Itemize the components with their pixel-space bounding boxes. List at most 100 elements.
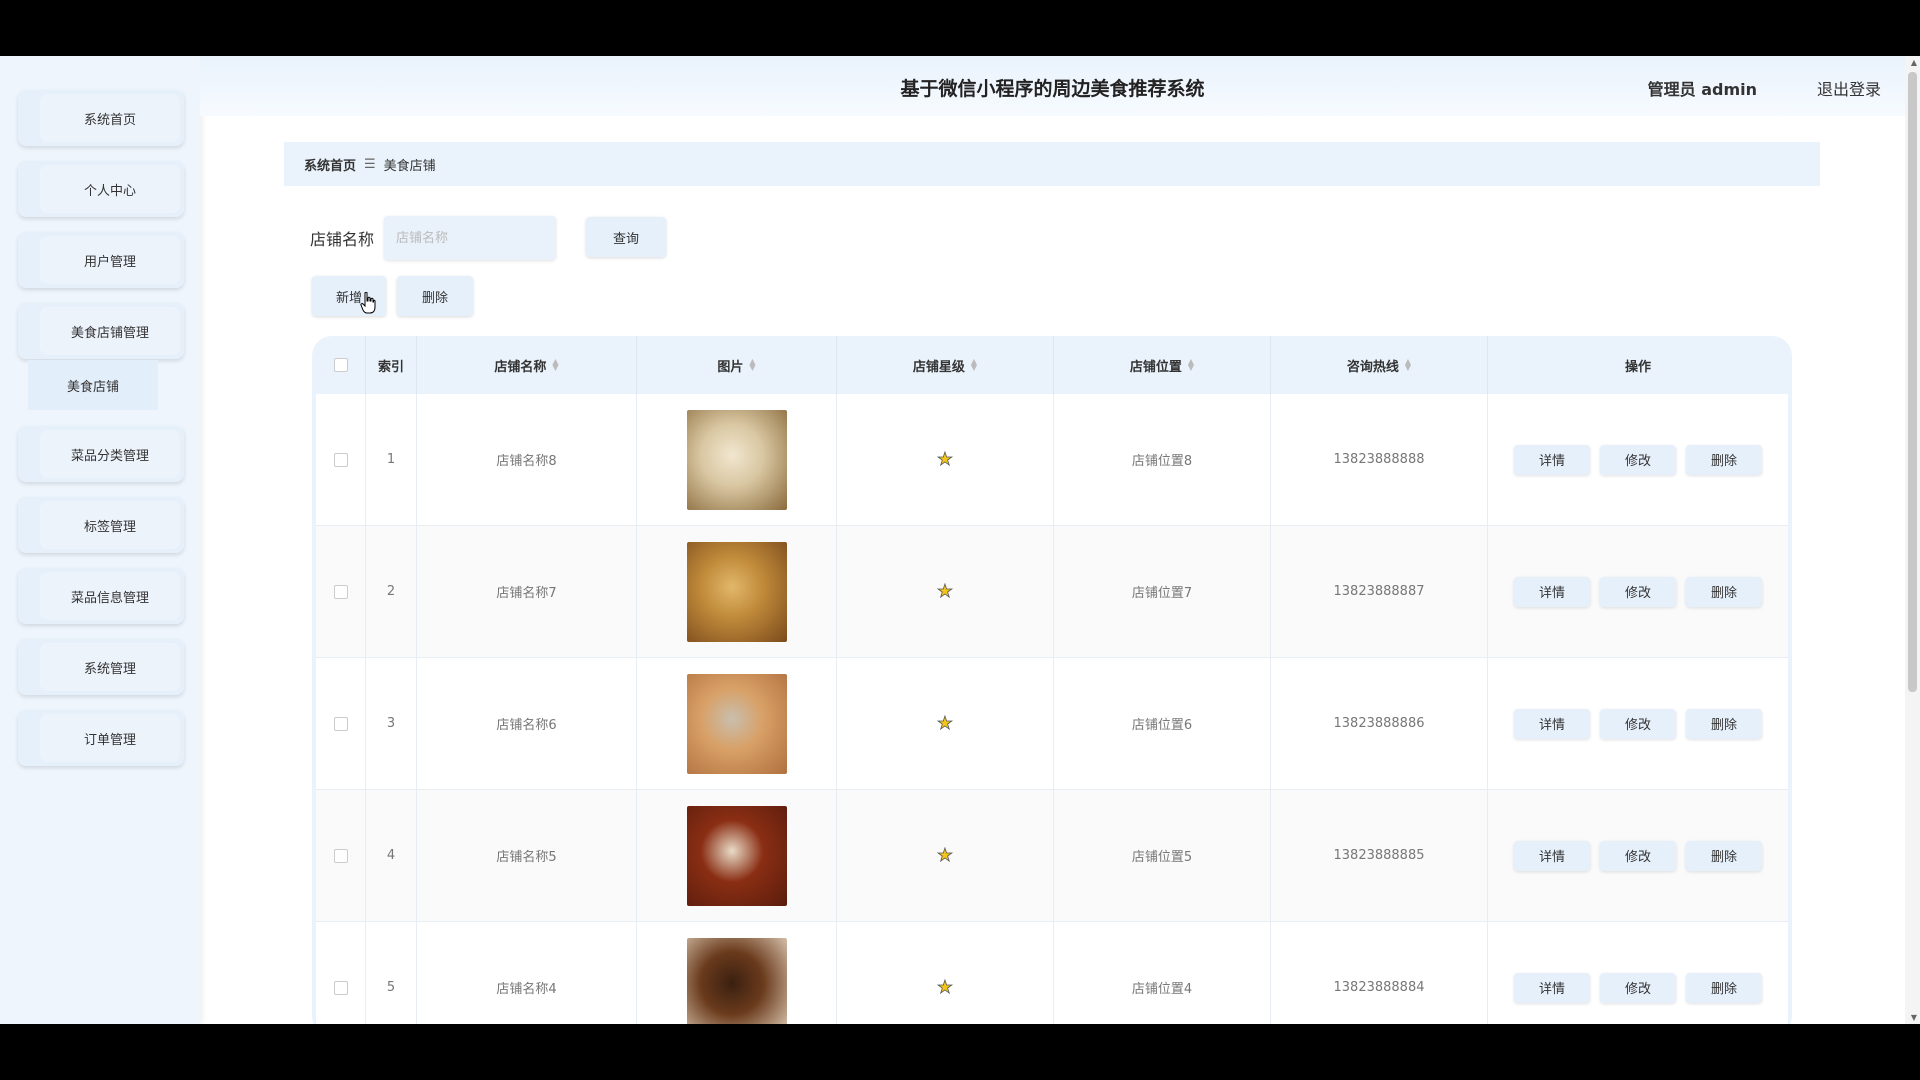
row-checkbox[interactable]: [333, 716, 348, 731]
row-shop-name: 店铺名称8: [417, 394, 637, 525]
top-header: 基于微信小程序的周边美食推荐系统 管理员 admin 退出登录: [200, 56, 1905, 116]
star-icon: ★: [936, 449, 954, 471]
delete-button[interactable]: 删除: [1686, 840, 1762, 871]
row-index: 3: [366, 658, 417, 789]
row-checkbox[interactable]: [333, 848, 348, 863]
column-phone-label: 咨询热线: [1346, 359, 1399, 375]
column-name[interactable]: 店铺名称 ▲ ▼: [417, 336, 637, 394]
sidebar-item-dish-info[interactable]: 菜品信息管理: [18, 568, 184, 624]
sidebar-item-orders[interactable]: 订单管理: [18, 710, 184, 766]
header-select-all: [316, 336, 366, 394]
row-shop-name: 店铺名称4: [417, 922, 637, 1024]
edit-button[interactable]: 修改: [1600, 840, 1676, 871]
column-name-label: 店铺名称: [494, 359, 547, 375]
scroll-up-icon[interactable]: ▲: [1911, 58, 1917, 67]
column-stars[interactable]: 店铺星级 ▲ ▼: [837, 336, 1054, 394]
table-header: 索引 店铺名称 ▲ ▼ 图片 ▲ ▼ 店铺星级 ▲ ▼ 店铺位置 ▲ ▼ 咨询热线 ▲ ▼ 操作: [316, 336, 1788, 394]
detail-button[interactable]: 详情: [1514, 972, 1590, 1003]
row-location: 店铺位置5: [1054, 790, 1271, 921]
shop-table: 索引 店铺名称 ▲ ▼ 图片 ▲ ▼ 店铺星级 ▲ ▼ 店铺位置 ▲ ▼ 咨询热线 ▲ ▼ 操作 1…: [312, 336, 1792, 1024]
column-phone[interactable]: 咨询热线 ▲ ▼: [1271, 336, 1488, 394]
sidebar-item-shop-management[interactable]: 美食店铺管理: [18, 303, 184, 359]
column-actions: 操作: [1624, 359, 1651, 375]
table-row: 1 店铺名称8 ★ 店铺位置8 13823888888 详情 修改 删除: [316, 394, 1788, 526]
shop-image[interactable]: [686, 673, 787, 774]
sidebar-item-label: 系统首页: [83, 112, 136, 128]
shop-image[interactable]: [686, 805, 787, 906]
scroll-thumb[interactable]: [1908, 72, 1917, 692]
row-index: 1: [366, 394, 417, 525]
column-location[interactable]: 店铺位置 ▲ ▼: [1054, 336, 1271, 394]
row-location: 店铺位置7: [1054, 526, 1271, 657]
row-index: 5: [366, 922, 417, 1024]
delete-button[interactable]: 删除: [1686, 576, 1762, 607]
edit-button[interactable]: 修改: [1600, 972, 1676, 1003]
detail-button[interactable]: 详情: [1514, 444, 1590, 475]
table-row: 5 店铺名称4 ★ 店铺位置4 13823888884 详情 修改 删除: [316, 922, 1788, 1024]
row-checkbox[interactable]: [333, 584, 348, 599]
sort-icon[interactable]: ▲ ▼: [552, 358, 558, 372]
page-scrollbar[interactable]: ▲ ▼: [1905, 56, 1920, 1024]
sort-icon[interactable]: ▲ ▼: [971, 358, 977, 372]
edit-button[interactable]: 修改: [1600, 444, 1676, 475]
detail-button[interactable]: 详情: [1514, 708, 1590, 739]
sidebar-item-label: 订单管理: [83, 732, 136, 748]
detail-button[interactable]: 详情: [1514, 840, 1590, 871]
edit-button[interactable]: 修改: [1600, 708, 1676, 739]
batch-delete-button[interactable]: 删除: [397, 276, 473, 316]
app-window: 系统首页 个人中心 用户管理 美食店铺管理 美食店铺 菜品分类管理 标签管理 菜…: [0, 56, 1920, 1024]
edit-button[interactable]: 修改: [1600, 576, 1676, 607]
table-row: 4 店铺名称5 ★ 店铺位置5 13823888885 详情 修改 删除: [316, 790, 1788, 922]
delete-button[interactable]: 删除: [1686, 444, 1762, 475]
breadcrumb-separator-icon: ☰: [364, 156, 376, 172]
row-location: 店铺位置8: [1054, 394, 1271, 525]
column-index: 索引: [366, 336, 417, 394]
sidebar-item-system[interactable]: 系统管理: [18, 639, 184, 695]
shop-name-search-input[interactable]: [384, 216, 556, 260]
select-all-checkbox[interactable]: [333, 358, 348, 372]
row-checkbox[interactable]: [333, 980, 348, 995]
shop-image[interactable]: [686, 409, 787, 510]
sidebar-subitem-shops[interactable]: 美食店铺: [28, 360, 158, 410]
breadcrumb-current: 美食店铺: [383, 158, 436, 174]
sort-icon[interactable]: ▲ ▼: [1188, 358, 1194, 372]
sidebar-item-label: 用户管理: [83, 254, 136, 270]
breadcrumb-home[interactable]: 系统首页: [304, 155, 356, 174]
sidebar-item-dish-category[interactable]: 菜品分类管理: [18, 426, 184, 482]
table-row: 3 店铺名称6 ★ 店铺位置6 13823888886 详情 修改 删除: [316, 658, 1788, 790]
star-icon: ★: [936, 845, 954, 867]
delete-button[interactable]: 删除: [1686, 708, 1762, 739]
detail-button[interactable]: 详情: [1514, 576, 1590, 607]
row-phone: 13823888886: [1271, 658, 1488, 789]
sidebar-item-home[interactable]: 系统首页: [18, 90, 184, 146]
logout-link[interactable]: 退出登录: [1817, 76, 1881, 100]
scroll-down-icon[interactable]: ▼: [1911, 1013, 1917, 1022]
hand-cursor-icon: [360, 292, 376, 314]
row-location: 店铺位置6: [1054, 658, 1271, 789]
row-phone: 13823888884: [1271, 922, 1488, 1024]
star-icon: ★: [936, 713, 954, 735]
sidebar-item-tags[interactable]: 标签管理: [18, 497, 184, 553]
sidebar-item-label: 个人中心: [83, 183, 136, 199]
row-shop-name: 店铺名称7: [417, 526, 637, 657]
sidebar-item-users[interactable]: 用户管理: [18, 232, 184, 288]
search-label: 店铺名称: [310, 230, 375, 249]
column-stars-label: 店铺星级: [912, 359, 965, 375]
sort-icon[interactable]: ▲ ▼: [749, 358, 755, 372]
column-image-label: 图片: [717, 359, 744, 375]
row-phone: 13823888888: [1271, 394, 1488, 525]
column-image[interactable]: 图片 ▲ ▼: [637, 336, 837, 394]
sidebar-item-label: 菜品信息管理: [70, 590, 149, 606]
table-row: 2 店铺名称7 ★ 店铺位置7 13823888887 详情 修改 删除: [316, 526, 1788, 658]
star-icon: ★: [936, 977, 954, 999]
shop-image[interactable]: [686, 541, 787, 642]
delete-button[interactable]: 删除: [1686, 972, 1762, 1003]
sort-icon[interactable]: ▲ ▼: [1405, 358, 1411, 372]
shop-image[interactable]: [686, 937, 787, 1024]
row-phone: 13823888887: [1271, 526, 1488, 657]
row-checkbox[interactable]: [333, 452, 348, 467]
sidebar-subitem-label: 美食店铺: [66, 379, 119, 395]
row-location: 店铺位置4: [1054, 922, 1271, 1024]
sidebar-item-profile[interactable]: 个人中心: [18, 161, 184, 217]
query-button[interactable]: 查询: [586, 217, 666, 257]
